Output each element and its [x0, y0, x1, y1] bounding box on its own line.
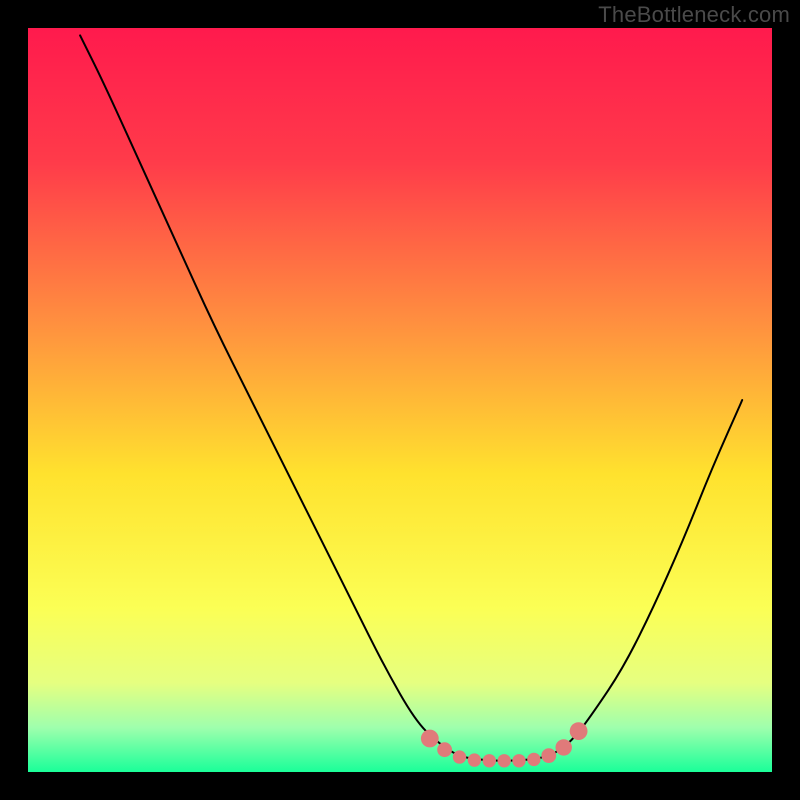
- marker-point: [498, 754, 511, 767]
- chart-frame: TheBottleneck.com: [0, 0, 800, 800]
- marker-point: [468, 753, 481, 766]
- marker-point: [453, 750, 466, 763]
- marker-point: [421, 730, 439, 748]
- gradient-background: [28, 28, 772, 772]
- watermark-text: TheBottleneck.com: [598, 2, 790, 28]
- bottleneck-chart: [0, 0, 800, 800]
- marker-point: [541, 748, 556, 763]
- marker-point: [437, 742, 452, 757]
- marker-point: [483, 754, 496, 767]
- marker-point: [512, 754, 525, 767]
- marker-point: [556, 739, 572, 755]
- marker-point: [527, 753, 540, 766]
- marker-point: [570, 722, 588, 740]
